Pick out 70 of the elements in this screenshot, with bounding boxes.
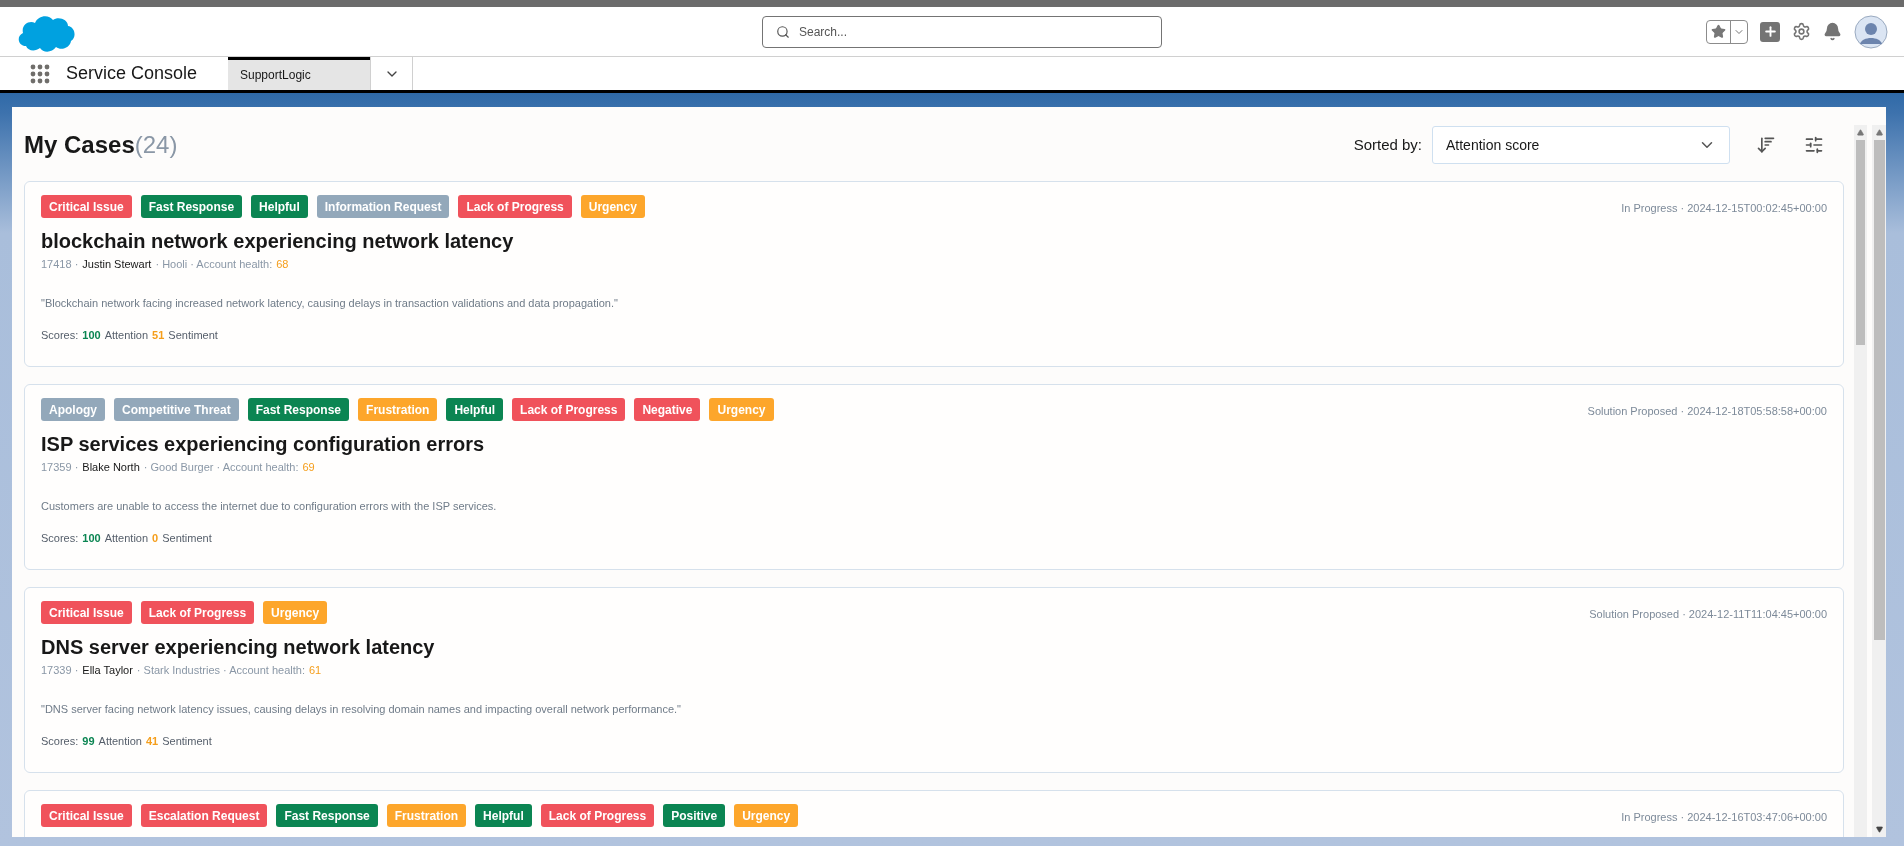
case-tag: Urgency [709,398,774,421]
case-tag: Information Request [316,195,450,218]
case-tag: Urgency [580,195,645,218]
case-tag: Lack of Progress [512,398,626,421]
case-meta: 17339 · Ella Taylor · Stark Industries · Account health: 61 [41,663,323,678]
case-tag: Positive [663,804,726,827]
bell-icon[interactable] [1823,22,1842,41]
case-status: Solution Proposed · 2024-12-18T05:58:58+00:00 [1587,404,1827,419]
sort-label: Sorted by: [1353,134,1422,155]
case-tag: Lack of Progress [458,195,572,218]
case-scores: Scores: 100 Attention 51 Sentiment [41,328,219,343]
case-status: In Progress · 2024-12-15T00:02:45+00:00 [1621,201,1827,216]
case-status: Solution Proposed · 2024-12-11T11:04:45+00:00 [1589,607,1827,622]
sort-dropdown[interactable]: Attention score [1432,126,1730,164]
case-title[interactable]: ISP services experiencing configuration errors [41,431,1827,457]
case-tag: Critical Issue [41,804,132,827]
star-icon [1711,24,1726,39]
case-tag: Fast Response [247,398,350,421]
case-tag: Critical Issue [41,195,132,218]
case-tag: Negative [634,398,701,421]
case-tag: Lack of Progress [140,601,255,624]
case-tag: Fast Response [140,195,243,218]
case-tag: Helpful [446,398,504,421]
page-title: My Cases [24,130,135,160]
case-tag: Frustration [358,398,438,421]
case-tag: Helpful [251,195,308,218]
case-card[interactable] [24,384,1844,570]
case-tag: Critical Issue [41,601,132,624]
app-name: Service Console [66,62,198,85]
scrollbar-thumb[interactable] [1856,140,1865,345]
workspace-tab[interactable]: SupportLogic [228,57,370,90]
avatar-icon[interactable] [1854,14,1888,49]
scroll-up-icon[interactable] [1857,129,1864,136]
favorites-button[interactable] [1706,19,1748,44]
case-card[interactable] [24,587,1844,773]
case-meta: 17418 · Justin Stewart · Hooli · Account health: 68 [41,257,290,272]
case-title[interactable]: DNS server experiencing network latency [41,634,1827,660]
case-description: "DNS server facing network latency issues, causing delays in resolving domain names and impacting overall network performance." [41,701,682,717]
case-tag: Lack of Progress [540,804,655,827]
search-field[interactable]: Search... [762,16,1162,48]
scroll-up-icon[interactable] [1875,129,1883,136]
case-tag: Helpful [475,804,532,827]
case-description: Customers are unable to access the internet due to configuration errors with the ISP services. [41,498,498,514]
app-launcher-icon[interactable] [30,63,50,84]
scrollbar-thumb[interactable] [1873,140,1885,640]
case-tag: Competitive Threat [114,398,239,421]
case-meta: 17359 · Blake North · Good Burger · Account health: 69 [41,460,316,475]
search-icon [776,25,790,39]
case-count: (24) [134,130,178,160]
case-tag: Escalation Request [140,804,268,827]
case-card[interactable] [24,181,1844,367]
case-tag: Urgency [734,804,799,827]
case-tag: Apology [41,398,105,421]
scroll-down-icon[interactable] [1875,826,1883,833]
add-button[interactable] [1760,21,1780,42]
case-scores: Scores: 100 Attention 0 Sentiment [41,531,213,546]
case-scores: Scores: 99 Attention 41 Sentiment [41,734,213,749]
filter-icon[interactable] [1804,135,1824,155]
case-tag: Fast Response [276,804,378,827]
scrollbar[interactable] [1872,125,1886,837]
case-status: In Progress · 2024-12-16T03:47:06+00:00 [1621,810,1827,825]
case-tag: Frustration [386,804,467,827]
case-description: "Blockchain network facing increased network latency, causing delays in transaction validations and data propagation." [41,295,619,311]
scrollbar[interactable] [1854,125,1867,837]
settings-icon[interactable] [1792,22,1811,41]
case-card[interactable]: Critical Issue Escalation Request Fast Response Frustration Helpful Lack of Progress Positive Urgency In Progress · 2024-12-16T03:47:06+00:00 [24,790,1844,837]
case-tag: Urgency [263,601,328,624]
case-title[interactable]: blockchain network experiencing network latency [41,228,1827,254]
plus-icon [1762,24,1778,39]
sort-order-icon[interactable] [1756,135,1776,155]
